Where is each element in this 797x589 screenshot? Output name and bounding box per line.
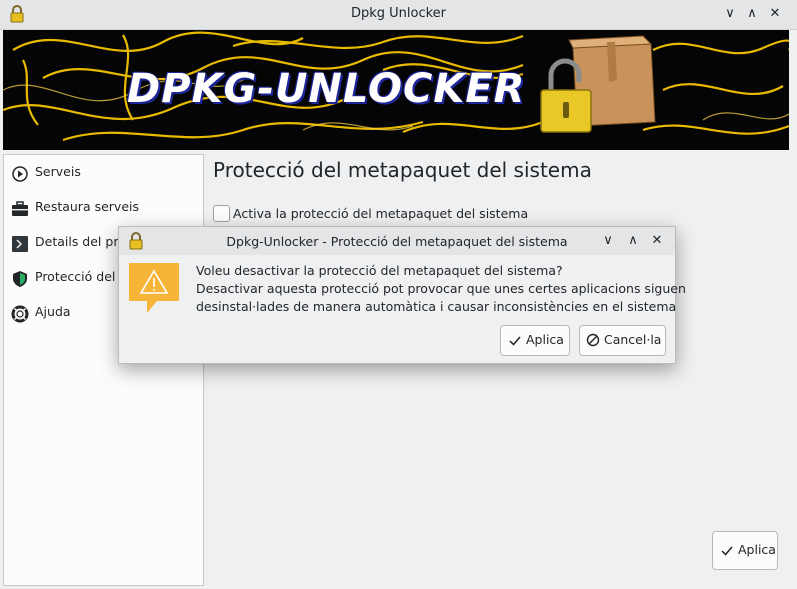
sidebar-item-label: Ajuda: [35, 304, 71, 319]
toolbox-icon: [12, 201, 28, 216]
shield-icon: [13, 271, 27, 287]
window-titlebar: Dpkg Unlocker ∨ ∧ ✕: [0, 0, 797, 30]
sidebar-item-label: Details del pro: [35, 234, 126, 249]
sidebar: Serveis Restaura serveis Details del pro…: [3, 154, 204, 586]
protection-checkbox[interactable]: [213, 205, 230, 222]
dialog-cancel-button[interactable]: Cancel·la: [579, 325, 666, 356]
close-button[interactable]: ✕: [765, 4, 785, 24]
minimize-button[interactable]: ∨: [720, 4, 740, 24]
dialog-titlebar: Dpkg-Unlocker - Protecció del metapaquet…: [119, 227, 675, 255]
protection-checkbox-label[interactable]: Activa la protecció del metapaquet del s…: [233, 206, 528, 221]
maximize-button[interactable]: ∧: [742, 4, 762, 24]
warning-icon: [129, 263, 179, 313]
dialog-apply-label: Aplica: [526, 332, 564, 347]
apply-button-label: Aplica: [738, 542, 776, 557]
sidebar-item-restaura-serveis[interactable]: Restaura serveis: [4, 193, 203, 223]
dialog-apply-button[interactable]: Aplica: [500, 325, 570, 356]
dialog-cancel-label: Cancel·la: [604, 332, 662, 347]
app-banner: DPKG-UNLOCKER: [3, 30, 789, 150]
dialog-title: Dpkg-Unlocker - Protecció del metapaquet…: [226, 234, 568, 249]
checkmark-icon: [509, 336, 521, 346]
services-icon: [12, 166, 28, 182]
dialog-message-line: desinstal·lades de manera automàtica i c…: [196, 299, 677, 314]
apply-button[interactable]: Aplica: [712, 531, 778, 570]
dialog-message-line: Desactivar aquesta protecció pot provoca…: [196, 281, 686, 296]
confirm-dialog: Dpkg-Unlocker - Protecció del metapaquet…: [118, 226, 686, 364]
checkmark-icon: [721, 546, 733, 556]
page-title: Protecció del metapaquet del sistema: [213, 158, 592, 182]
terminal-icon: [12, 236, 28, 252]
dialog-minimize-button[interactable]: ∨: [598, 231, 618, 251]
sidebar-item-serveis[interactable]: Serveis: [4, 158, 203, 188]
help-lifebuoy-icon: [11, 305, 29, 323]
sidebar-item-label: Serveis: [35, 164, 81, 179]
dialog-maximize-button[interactable]: ∧: [623, 231, 643, 251]
dialog-question: Voleu desactivar la protecció del metapa…: [196, 263, 563, 278]
dialog-close-button[interactable]: ✕: [647, 231, 667, 251]
banner-logo-text: DPKG-UNLOCKER: [127, 66, 526, 112]
window-title: Dpkg Unlocker: [350, 6, 447, 21]
sidebar-item-label: Restaura serveis: [35, 199, 139, 214]
cancel-icon: [586, 333, 600, 347]
